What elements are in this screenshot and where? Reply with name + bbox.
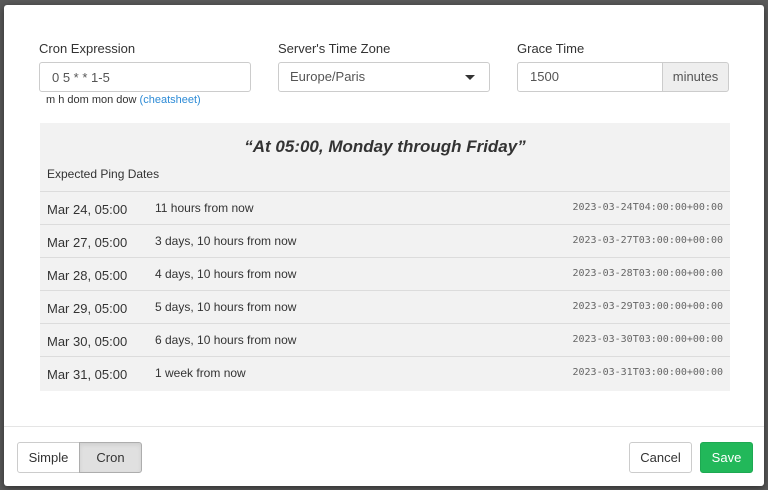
cheatsheet-link[interactable]: (cheatsheet) xyxy=(140,94,201,106)
ping-date: Mar 31, 05:00 xyxy=(47,367,128,382)
ping-relative: 6 days, 10 hours from now xyxy=(155,333,297,347)
grace-time-label: Grace Time xyxy=(517,41,585,56)
ping-iso: 2023-03-29T03:00:00+00:00 xyxy=(572,301,723,312)
ping-relative: 3 days, 10 hours from now xyxy=(155,234,297,248)
ping-relative: 1 week from now xyxy=(155,366,246,380)
ping-relative: 4 days, 10 hours from now xyxy=(155,267,297,281)
ping-dates-table: Mar 24, 05:00 11 hours from now 2023-03-… xyxy=(40,191,730,389)
schedule-modal: Cron Expression Server's Time Zone Grace… xyxy=(4,5,764,486)
ping-iso: 2023-03-28T03:00:00+00:00 xyxy=(572,268,723,279)
grace-time-unit: minutes xyxy=(662,62,729,92)
cron-expression-label: Cron Expression xyxy=(39,41,136,56)
table-row: Mar 29, 05:00 5 days, 10 hours from now … xyxy=(40,290,730,323)
cron-hint: m h dom mon dow (cheatsheet) xyxy=(46,94,201,106)
schedule-preview: “At 05:00, Monday through Friday” Expect… xyxy=(40,123,730,391)
ping-date: Mar 30, 05:00 xyxy=(47,334,128,349)
timezone-value: Europe/Paris xyxy=(290,69,366,84)
simple-mode-button[interactable]: Simple xyxy=(17,442,80,473)
ping-iso: 2023-03-27T03:00:00+00:00 xyxy=(572,235,723,246)
ping-iso: 2023-03-30T03:00:00+00:00 xyxy=(572,334,723,345)
table-row: Mar 30, 05:00 6 days, 10 hours from now … xyxy=(40,323,730,356)
table-row: Mar 28, 05:00 4 days, 10 hours from now … xyxy=(40,257,730,290)
cron-hint-text: m h dom mon dow xyxy=(46,94,137,106)
cron-expression-input[interactable] xyxy=(39,62,251,92)
ping-iso: 2023-03-31T03:00:00+00:00 xyxy=(572,367,723,378)
table-row: Mar 31, 05:00 1 week from now 2023-03-31… xyxy=(40,356,730,389)
table-row: Mar 27, 05:00 3 days, 10 hours from now … xyxy=(40,224,730,257)
ping-date: Mar 28, 05:00 xyxy=(47,268,128,283)
grace-time-input[interactable]: 1500 xyxy=(517,62,663,92)
ping-iso: 2023-03-24T04:00:00+00:00 xyxy=(572,202,723,213)
save-button[interactable]: Save xyxy=(700,442,753,473)
timezone-label: Server's Time Zone xyxy=(278,41,391,56)
ping-date: Mar 24, 05:00 xyxy=(47,202,128,217)
ping-relative: 5 days, 10 hours from now xyxy=(155,300,297,314)
caret-down-icon xyxy=(465,75,475,80)
ping-date: Mar 27, 05:00 xyxy=(47,235,128,250)
table-row: Mar 24, 05:00 11 hours from now 2023-03-… xyxy=(40,191,730,224)
cron-mode-button[interactable]: Cron xyxy=(79,442,142,473)
ping-date: Mar 29, 05:00 xyxy=(47,301,128,316)
cancel-button[interactable]: Cancel xyxy=(629,442,692,473)
ping-relative: 11 hours from now xyxy=(155,201,254,215)
expected-ping-dates-label: Expected Ping Dates xyxy=(47,167,160,181)
modal-footer: Simple Cron Cancel Save xyxy=(4,426,764,487)
cron-description: “At 05:00, Monday through Friday” xyxy=(244,137,526,156)
timezone-select[interactable]: Europe/Paris xyxy=(278,62,490,92)
